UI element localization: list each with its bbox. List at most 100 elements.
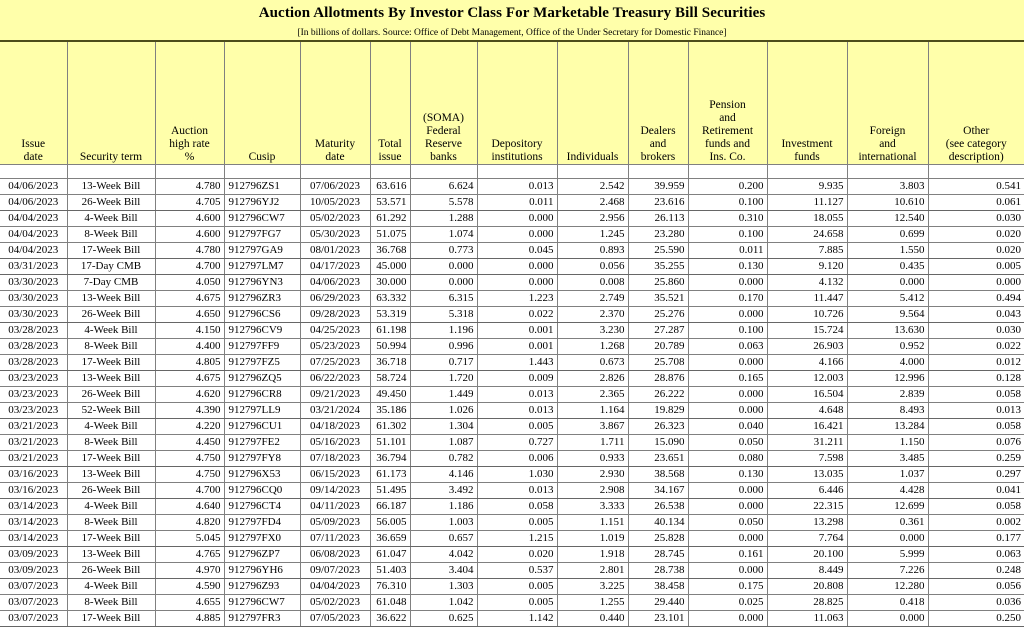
cell-soma[interactable]: 5.318 — [410, 306, 478, 323]
cell-total_issue[interactable]: 50.994 — [370, 338, 411, 355]
cell-dealers[interactable]: 20.789 — [628, 338, 689, 355]
cell-auction_rate[interactable]: 4.220 — [155, 418, 225, 435]
cell-total_issue[interactable]: 51.495 — [370, 482, 411, 499]
cell-cusip[interactable]: 912796CR8 — [224, 386, 301, 403]
cell-pension[interactable]: 0.025 — [688, 594, 768, 611]
cell-soma[interactable]: 1.304 — [410, 418, 478, 435]
cell-depository[interactable]: 0.005 — [477, 578, 558, 595]
cell-soma[interactable]: 6.624 — [410, 178, 478, 195]
cell-depository[interactable]: 1.142 — [477, 610, 558, 627]
cell-total_issue[interactable]: 61.302 — [370, 418, 411, 435]
cell-pension[interactable]: 0.000 — [688, 530, 768, 547]
cell-other[interactable]: 0.248 — [928, 562, 1024, 579]
cell-pension[interactable]: 0.130 — [688, 466, 768, 483]
cell-maturity_date[interactable]: 09/28/2023 — [300, 306, 371, 323]
cell-issue_date[interactable]: 03/21/2023 — [0, 418, 68, 435]
cell-auction_rate[interactable]: 4.655 — [155, 594, 225, 611]
cell-depository[interactable]: 1.030 — [477, 466, 558, 483]
cell-issue_date[interactable]: 03/07/2023 — [0, 578, 68, 595]
cell-security_term[interactable]: 8-Week Bill — [67, 434, 156, 451]
cell-cusip[interactable]: 912797LL9 — [224, 402, 301, 419]
cell-auction_rate[interactable]: 4.640 — [155, 498, 225, 515]
cell-maturity_date[interactable]: 07/06/2023 — [300, 178, 371, 195]
cell-maturity_date[interactable]: 05/02/2023 — [300, 210, 371, 227]
cell-foreign[interactable]: 1.550 — [847, 242, 929, 259]
cell-depository[interactable]: 0.537 — [477, 562, 558, 579]
cell-pension[interactable]: 0.000 — [688, 482, 768, 499]
cell-soma[interactable]: 1.087 — [410, 434, 478, 451]
cell-dealers[interactable]: 28.738 — [628, 562, 689, 579]
cell-pension[interactable]: 0.063 — [688, 338, 768, 355]
cell-dealers[interactable]: 38.458 — [628, 578, 689, 595]
cell-cusip[interactable]: 912796CV9 — [224, 322, 301, 339]
cell-soma[interactable]: 1.720 — [410, 370, 478, 387]
cell-pension[interactable]: 0.000 — [688, 386, 768, 403]
cell-maturity_date[interactable]: 06/22/2023 — [300, 370, 371, 387]
cell-soma[interactable]: 1.303 — [410, 578, 478, 595]
cell-auction_rate[interactable]: 4.675 — [155, 370, 225, 387]
cell-issue_date[interactable]: 03/21/2023 — [0, 434, 68, 451]
cell-issue_date[interactable]: 03/07/2023 — [0, 610, 68, 627]
cell-individuals[interactable]: 2.542 — [557, 178, 629, 195]
cell-soma[interactable]: 1.026 — [410, 402, 478, 419]
cell-maturity_date[interactable]: 05/23/2023 — [300, 338, 371, 355]
cell-individuals[interactable]: 3.225 — [557, 578, 629, 595]
cell-other[interactable]: 0.036 — [928, 594, 1024, 611]
cell-soma[interactable]: 5.578 — [410, 194, 478, 211]
cell-dealers[interactable]: 38.568 — [628, 466, 689, 483]
cell-investment[interactable]: 11.447 — [767, 290, 848, 307]
cell-other[interactable]: 0.058 — [928, 386, 1024, 403]
cell-other[interactable]: 0.030 — [928, 322, 1024, 339]
cell-maturity_date[interactable]: 04/25/2023 — [300, 322, 371, 339]
cell-total_issue[interactable]: 61.198 — [370, 322, 411, 339]
cell-foreign[interactable]: 12.280 — [847, 578, 929, 595]
cell-dealers[interactable]: 35.521 — [628, 290, 689, 307]
cell-issue_date[interactable]: 03/09/2023 — [0, 562, 68, 579]
cell-investment[interactable]: 20.100 — [767, 546, 848, 563]
cell-soma[interactable]: 0.996 — [410, 338, 478, 355]
cell-maturity_date[interactable]: 04/18/2023 — [300, 418, 371, 435]
cell-foreign[interactable]: 0.361 — [847, 514, 929, 531]
cell-foreign[interactable]: 5.999 — [847, 546, 929, 563]
cell-issue_date[interactable]: 03/09/2023 — [0, 546, 68, 563]
table-row[interactable]: 03/21/2023 4-Week Bill 4.220 912796CU1 04/18… — [0, 418, 1024, 435]
cell-other[interactable]: 0.061 — [928, 194, 1024, 211]
cell-individuals[interactable]: 2.749 — [557, 290, 629, 307]
cell-depository[interactable]: 0.000 — [477, 210, 558, 227]
cell-other[interactable]: 0.058 — [928, 418, 1024, 435]
cell-dealers[interactable]: 27.287 — [628, 322, 689, 339]
cell-cusip[interactable]: 912796ZP7 — [224, 546, 301, 563]
cell-issue_date[interactable]: 04/04/2023 — [0, 226, 68, 243]
cell-pension[interactable]: 0.200 — [688, 178, 768, 195]
cell-depository[interactable]: 0.013 — [477, 178, 558, 195]
cell-investment[interactable]: 7.885 — [767, 242, 848, 259]
cell-issue_date[interactable]: 03/28/2023 — [0, 322, 68, 339]
cell-auction_rate[interactable]: 4.700 — [155, 258, 225, 275]
cell-individuals[interactable]: 1.918 — [557, 546, 629, 563]
cell-auction_rate[interactable]: 4.805 — [155, 354, 225, 371]
cell-other[interactable]: 0.000 — [928, 274, 1024, 291]
cell-total_issue[interactable]: 36.659 — [370, 530, 411, 547]
cell-maturity_date[interactable]: 04/06/2023 — [300, 274, 371, 291]
cell-individuals[interactable]: 0.933 — [557, 450, 629, 467]
cell-pension[interactable]: 0.170 — [688, 290, 768, 307]
cell-cusip[interactable]: 912796YN3 — [224, 274, 301, 291]
cell-maturity_date[interactable]: 08/01/2023 — [300, 242, 371, 259]
cell-individuals[interactable]: 1.268 — [557, 338, 629, 355]
cell-issue_date[interactable]: 03/28/2023 — [0, 354, 68, 371]
cell-depository[interactable]: 1.443 — [477, 354, 558, 371]
cell-issue_date[interactable]: 03/23/2023 — [0, 402, 68, 419]
cell-soma[interactable]: 1.196 — [410, 322, 478, 339]
cell-auction_rate[interactable]: 4.600 — [155, 210, 225, 227]
cell-issue_date[interactable]: 03/30/2023 — [0, 274, 68, 291]
cell-pension[interactable]: 0.165 — [688, 370, 768, 387]
cell-foreign[interactable]: 0.952 — [847, 338, 929, 355]
cell-foreign[interactable]: 0.699 — [847, 226, 929, 243]
cell-security_term[interactable]: 4-Week Bill — [67, 498, 156, 515]
cell-security_term[interactable]: 26-Week Bill — [67, 386, 156, 403]
table-row[interactable]: 03/09/2023 13-Week Bill 4.765 912796ZP7 06/0… — [0, 546, 1024, 563]
cell-pension[interactable]: 0.050 — [688, 434, 768, 451]
cell-issue_date[interactable]: 03/23/2023 — [0, 370, 68, 387]
table-row[interactable]: 03/21/2023 8-Week Bill 4.450 912797FE2 05/16… — [0, 434, 1024, 451]
cell-depository[interactable]: 0.005 — [477, 514, 558, 531]
